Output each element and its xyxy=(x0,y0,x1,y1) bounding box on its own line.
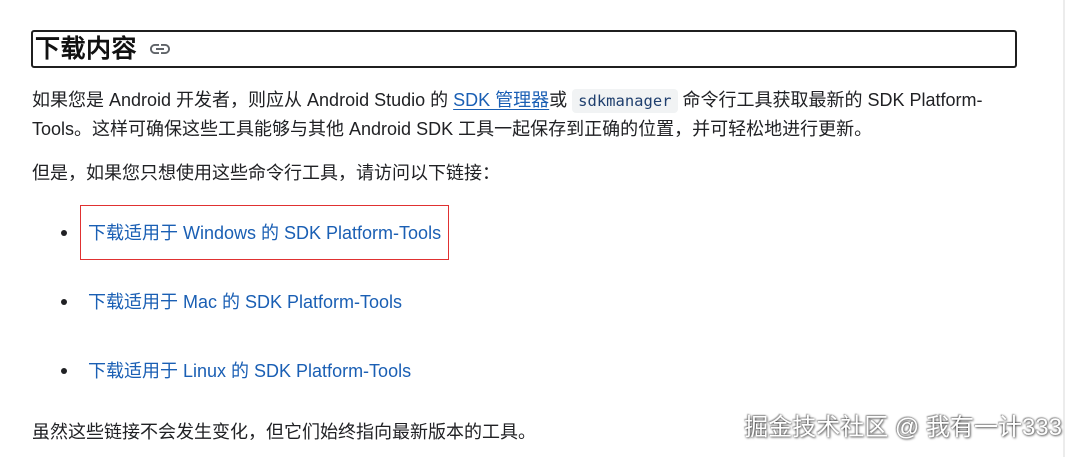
sdk-manager-link[interactable]: SDK 管理器 xyxy=(453,90,549,110)
docs-page: 下载内容 如果您是 Android 开发者，则应从 Android Studio… xyxy=(0,0,1080,457)
download-link-frame: 下载适用于 Linux 的 SDK Platform-Tools xyxy=(80,343,419,398)
download-linux-link[interactable]: 下载适用于 Linux 的 SDK Platform-Tools xyxy=(88,357,411,385)
section-heading: 下载内容 xyxy=(31,30,1017,68)
watermark-text: 掘金技术社区 @ 我有一计333 xyxy=(744,414,1062,441)
links-intro-text: 但是，如果您只想使用这些命令行工具，请访问以下链接： xyxy=(32,163,500,183)
download-mac-link[interactable]: 下载适用于 Mac 的 SDK Platform-Tools xyxy=(88,288,402,316)
heading-permalink[interactable] xyxy=(148,37,172,61)
intro-text-part: 如果您是 Android 开发者，则应从 Android Studio 的 xyxy=(32,90,454,110)
stability-note: 虽然这些链接不会发生变化，但它们始终指向最新版本的工具。 xyxy=(32,422,536,442)
intro-text-part: 或 xyxy=(549,90,573,110)
bullet-dot xyxy=(61,367,67,374)
section-title: 下载内容 xyxy=(35,34,138,63)
download-links-list: 下载适用于 Windows 的 SDK Platform-Tools 下载适用于… xyxy=(56,198,676,405)
highlight-box: 下载适用于 Windows 的 SDK Platform-Tools xyxy=(80,205,450,260)
bullet-dot xyxy=(61,229,67,236)
download-link-item: 下载适用于 Windows 的 SDK Platform-Tools xyxy=(56,198,676,267)
download-link-item: 下载适用于 Mac 的 SDK Platform-Tools xyxy=(56,267,676,336)
bullet-dot xyxy=(61,298,67,305)
right-edge-divider xyxy=(1063,0,1065,457)
download-link-frame: 下载适用于 Mac 的 SDK Platform-Tools xyxy=(80,274,410,329)
intro-paragraph: 如果您是 Android 开发者，则应从 Android Studio 的 SD… xyxy=(32,86,1014,143)
link-icon[interactable] xyxy=(148,37,172,61)
sdkmanager-code: sdkmanager xyxy=(572,89,678,113)
download-link-item: 下载适用于 Linux 的 SDK Platform-Tools xyxy=(56,336,676,405)
download-windows-link[interactable]: 下载适用于 Windows 的 SDK Platform-Tools xyxy=(88,219,441,247)
